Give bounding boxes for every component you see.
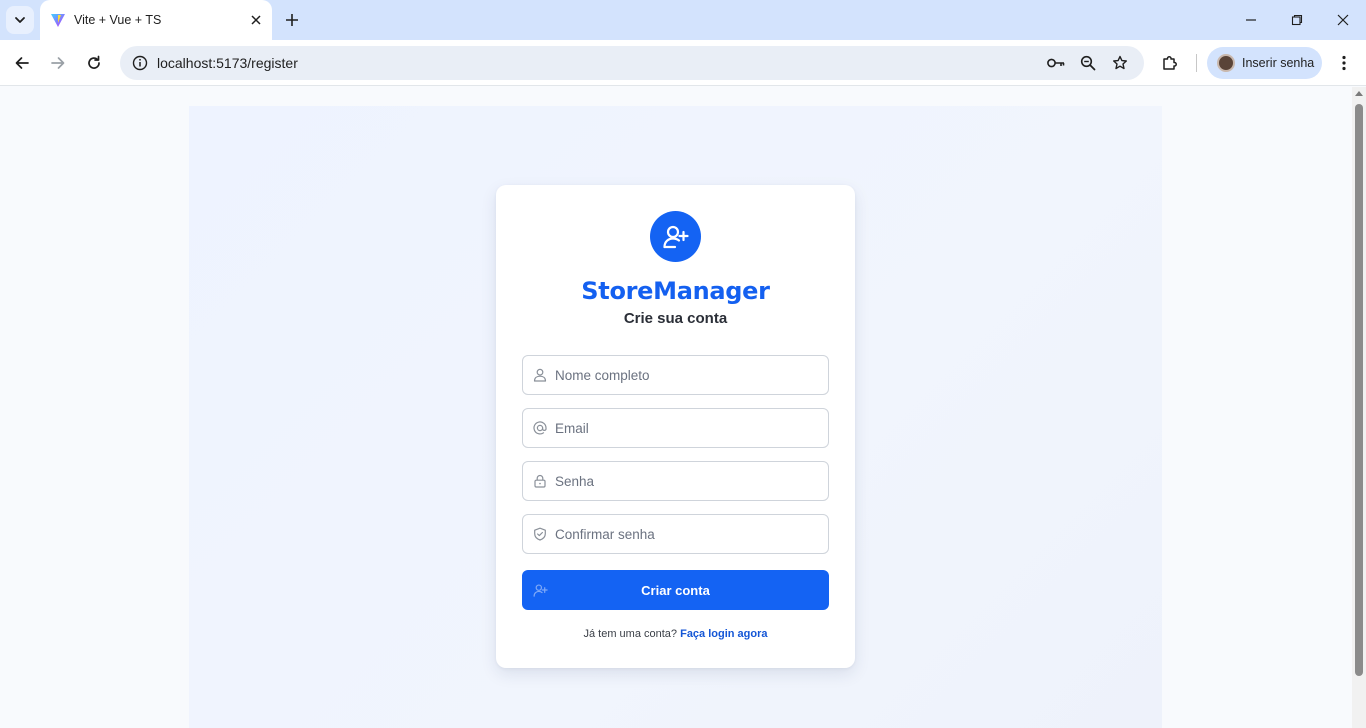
name-field[interactable] bbox=[522, 355, 829, 395]
menu-button[interactable] bbox=[1330, 49, 1358, 77]
password-key-button[interactable] bbox=[1044, 51, 1068, 75]
info-icon bbox=[132, 55, 148, 71]
vertical-scrollbar[interactable] bbox=[1352, 87, 1366, 728]
name-input[interactable] bbox=[555, 356, 823, 394]
star-icon bbox=[1113, 55, 1127, 70]
profile-label: Inserir senha bbox=[1242, 56, 1315, 70]
key-icon bbox=[1047, 58, 1065, 68]
close-icon bbox=[1337, 14, 1349, 26]
address-bar[interactable]: localhost:5173/register bbox=[120, 46, 1144, 80]
restore-icon bbox=[1291, 14, 1303, 26]
user-icon bbox=[532, 367, 548, 383]
page-subtitle: Crie sua conta bbox=[623, 310, 728, 327]
plus-icon bbox=[286, 14, 298, 26]
at-icon bbox=[532, 420, 548, 436]
site-info-button[interactable] bbox=[128, 51, 152, 75]
avatar bbox=[1217, 54, 1235, 72]
minimize-button[interactable] bbox=[1228, 0, 1274, 40]
browser-toolbar: localhost:5173/register Inserir senha bbox=[0, 40, 1366, 86]
tab-search-button[interactable] bbox=[6, 6, 34, 34]
arrow-left-icon bbox=[15, 57, 29, 69]
chevron-down-icon bbox=[15, 17, 25, 23]
vite-logo-icon bbox=[51, 14, 65, 27]
close-icon bbox=[251, 15, 261, 25]
brand-title: StoreManager bbox=[581, 277, 770, 305]
new-tab-button[interactable] bbox=[280, 8, 304, 32]
confirm-password-input[interactable] bbox=[555, 515, 823, 553]
scroll-up-arrow[interactable] bbox=[1355, 91, 1363, 96]
extensions-button[interactable] bbox=[1156, 49, 1184, 77]
tab-strip: Vite + Vue + TS bbox=[0, 0, 1366, 40]
email-field[interactable] bbox=[522, 408, 829, 448]
zoom-button[interactable] bbox=[1076, 51, 1100, 75]
tab-close-button[interactable] bbox=[246, 10, 266, 30]
shield-check-icon bbox=[532, 526, 548, 542]
more-vert-icon bbox=[1342, 55, 1346, 71]
reload-button[interactable] bbox=[80, 49, 108, 77]
email-input[interactable] bbox=[555, 409, 823, 447]
login-link[interactable]: Faça login agora bbox=[680, 628, 767, 640]
close-window-button[interactable] bbox=[1320, 0, 1366, 40]
register-card: StoreManager Crie sua conta Nome complet… bbox=[496, 185, 855, 668]
reload-icon bbox=[88, 55, 100, 69]
puzzle-icon bbox=[1163, 56, 1177, 70]
create-account-button[interactable]: Criar conta bbox=[522, 570, 829, 610]
back-button[interactable] bbox=[8, 49, 36, 77]
profile-button[interactable]: Inserir senha bbox=[1207, 47, 1322, 79]
confirm-password-field[interactable] bbox=[522, 514, 829, 554]
bookmark-button[interactable] bbox=[1108, 51, 1132, 75]
create-account-label: Criar conta bbox=[641, 583, 710, 598]
arrow-right-icon bbox=[51, 57, 65, 69]
password-field[interactable] bbox=[522, 461, 829, 501]
lock-icon bbox=[532, 473, 548, 489]
login-prompt: Já tem uma conta? Faça login agora bbox=[496, 628, 855, 640]
page-viewport: StoreManager Crie sua conta Nome complet… bbox=[0, 87, 1352, 728]
restore-button[interactable] bbox=[1274, 0, 1320, 40]
forward-button[interactable] bbox=[44, 49, 72, 77]
toolbar-divider bbox=[1196, 54, 1197, 72]
login-prompt-text: Já tem uma conta? bbox=[583, 628, 678, 640]
url-text: localhost:5173/register bbox=[157, 55, 298, 71]
zoom-out-icon bbox=[1080, 55, 1096, 71]
logo-badge bbox=[650, 211, 701, 262]
browser-tab[interactable]: Vite + Vue + TS bbox=[40, 0, 272, 40]
user-plus-icon bbox=[662, 225, 689, 248]
scroll-thumb[interactable] bbox=[1355, 104, 1363, 676]
tab-title: Vite + Vue + TS bbox=[74, 13, 162, 27]
minimize-icon bbox=[1246, 19, 1256, 21]
password-input[interactable] bbox=[555, 462, 823, 500]
